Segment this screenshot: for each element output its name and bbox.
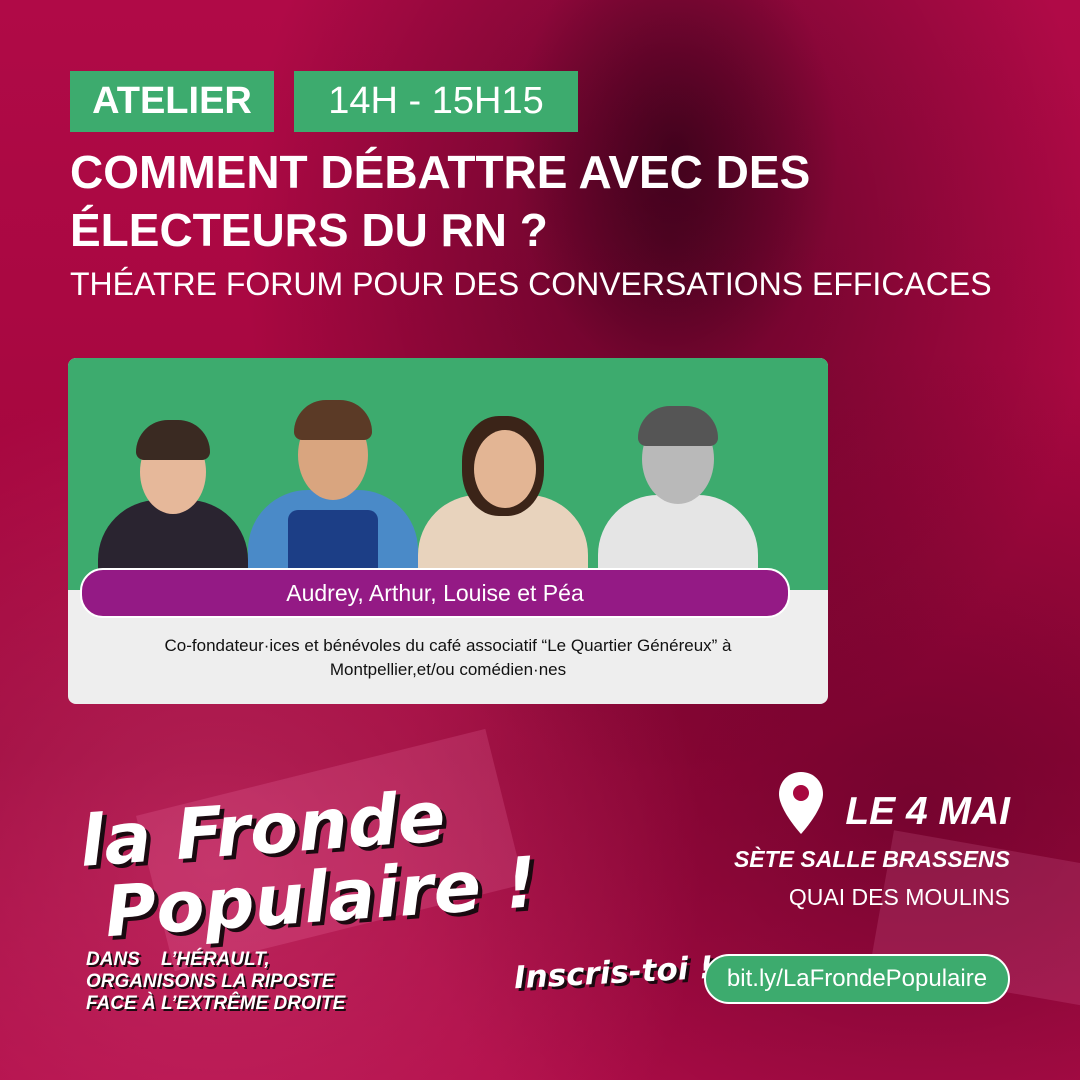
slogan-line-2: ORGANISONS LA RIPOSTE <box>86 971 335 992</box>
event-venue: SÈTE SALLE BRASSENS <box>733 846 1010 872</box>
title-line-2: ÉLECTEURS DU RN ? <box>70 204 548 256</box>
speaker-photo <box>98 390 248 590</box>
location-pin-icon <box>779 772 823 834</box>
subtitle: THÉATRE FORUM POUR DES CONVERSATIONS EFF… <box>70 266 992 302</box>
speaker-photo <box>418 380 588 590</box>
slogan-line-1: DANS L’HÉRAULT, <box>86 949 270 970</box>
atelier-tag: ATELIER <box>70 71 274 132</box>
title-line-1: COMMENT DÉBATTRE AVEC DES <box>70 146 811 198</box>
page-title: COMMENT DÉBATTRE AVEC DES ÉLECTEURS DU R… <box>70 143 1030 259</box>
event-address: QUAI DES MOULINS <box>788 884 1010 910</box>
speaker-photo <box>248 370 418 590</box>
event-date: LE 4 MAI <box>845 790 1010 833</box>
speaker-names: Audrey, Arthur, Louise et Péa <box>80 568 790 618</box>
speakers-photo-area <box>68 358 828 590</box>
speakers-card: Audrey, Arthur, Louise et Péa Co-fondate… <box>68 358 828 704</box>
slogan: DANS L’HÉRAULT, ORGANISONS LA RIPOSTE FA… <box>86 949 345 1015</box>
time-tag: 14H - 15H15 <box>294 71 578 132</box>
speaker-photo <box>598 380 758 590</box>
brand-logo: la Fronde Populaire ! <box>77 774 539 953</box>
speaker-description: Co-fondateur·ices et bénévoles du café a… <box>68 634 828 682</box>
signup-link[interactable]: bit.ly/LaFrondePopulaire <box>704 954 1010 1004</box>
description-line-2: Montpellier,et/ou comédien·nes <box>329 660 567 679</box>
slogan-line-3: FACE À L’EXTRÊME DROITE <box>86 993 346 1014</box>
description-line-1: Co-fondateur·ices et bénévoles du café a… <box>164 636 732 655</box>
